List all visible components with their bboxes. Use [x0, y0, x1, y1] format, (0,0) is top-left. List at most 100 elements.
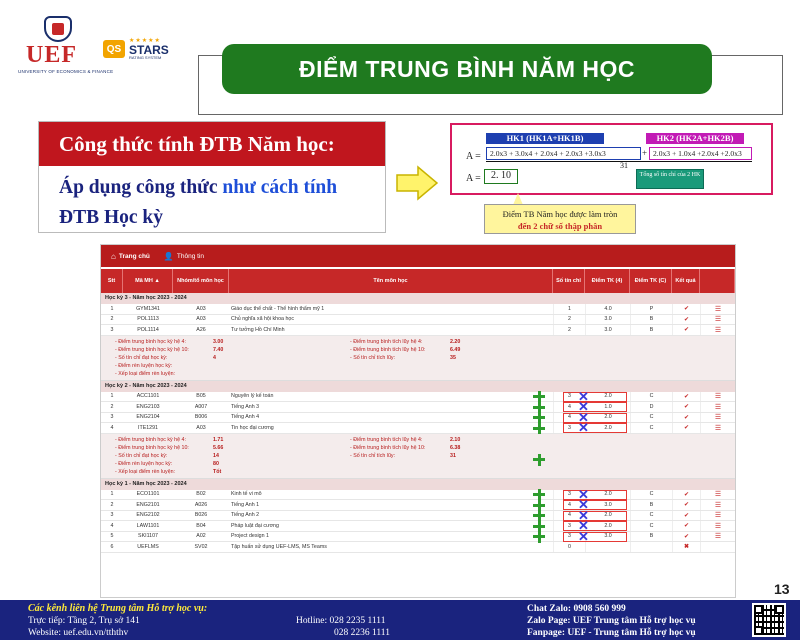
table-row: 1 GYM1341 A03 Giáo dục thể chất - Thể hình …: [101, 304, 735, 315]
summary-label: - Điểm rèn luyện học kỳ:: [115, 363, 173, 370]
details-list-icon[interactable]: ☰: [700, 391, 735, 401]
cell-name: Tin học đại cương: [231, 424, 274, 431]
col-stt[interactable]: Stt: [101, 269, 123, 293]
summary-value: 7.40: [213, 346, 224, 353]
cell-group: A03: [196, 305, 206, 312]
summary-label: - Điểm trung bình học kỳ hệ 10:: [115, 444, 189, 451]
details-list-icon[interactable]: ☰: [700, 423, 735, 433]
cell-group: B02: [196, 491, 206, 498]
title-band: ĐIỂM TRUNG BÌNH NĂM HỌC: [222, 44, 712, 94]
col-code[interactable]: Mã MH ▲: [123, 269, 173, 293]
footer-chat[interactable]: Chat Zalo: 0908 560 999: [527, 604, 626, 614]
summary-label: - Điểm trung bình học kỳ hệ 4:: [115, 338, 186, 345]
cell-credits: 2: [553, 325, 585, 335]
details-list-icon[interactable]: ☰: [700, 521, 735, 531]
rounding-note-text: Điểm TB Năm học được làm tròn: [502, 209, 618, 219]
col-result[interactable]: Kết quả: [672, 269, 700, 293]
uef-logo-text: UEF: [26, 42, 77, 68]
cell-gpa4: [585, 542, 630, 552]
result-fail-icon: ✖: [672, 542, 700, 552]
summary-label: - Số tín chỉ tích lũy:: [350, 452, 396, 459]
details-list-icon[interactable]: ☰: [700, 500, 735, 510]
footer-hotline2[interactable]: 028 2236 1111: [334, 628, 390, 638]
tab-home[interactable]: ⌂ Trang chủ: [111, 252, 150, 261]
screenshot-nav: ⌂ Trang chủ 👤 Thông tin: [101, 245, 735, 267]
footer-website[interactable]: Website: uef.edu.vn/tththv: [28, 628, 128, 638]
result-value: 2. 10: [484, 169, 518, 184]
cell-code: ENG2101: [136, 501, 160, 508]
footer-zalo[interactable]: Zalo Page: UEF Trung tâm Hỗ trợ học vụ: [527, 616, 696, 626]
col-grade[interactable]: Điểm TK (C): [630, 269, 672, 293]
col-credits[interactable]: Số tín chỉ: [553, 269, 585, 293]
qr-corner: [754, 605, 763, 614]
result-pass-icon: ✔: [672, 314, 700, 324]
cell-grade: B: [630, 325, 672, 335]
numerator-hk1: 2.0x3 + 3.0x4 + 2.0x4 + 2.0x3 +3.0x3: [486, 147, 641, 160]
summary-label: - Điểm trung bình tích lũy hệ 10:: [350, 444, 426, 451]
tab-info[interactable]: 👤 Thông tin: [164, 252, 204, 261]
cell-grade: C: [630, 412, 672, 422]
home-icon: ⌂: [111, 251, 116, 261]
blue-multiply-icon: ✕: [578, 420, 589, 436]
summary-label: - Xếp loại điểm rèn luyện:: [115, 469, 176, 476]
hk1-label: HK1 (HK1A+HK1B): [486, 133, 604, 144]
details-list-icon[interactable]: ☰: [700, 314, 735, 324]
cell-name: Kinh tế vi mô: [231, 491, 262, 498]
cell-name: Tập huấn sử dụng UEF-LMS, MS Teams: [231, 543, 327, 550]
result-pass-icon: ✔: [672, 510, 700, 520]
cell-group: A26: [196, 326, 206, 333]
details-list-icon[interactable]: ☰: [700, 304, 735, 314]
footer-hotline1[interactable]: Hotline: 028 2235 1111: [296, 616, 385, 626]
result-pass-icon: ✔: [672, 402, 700, 412]
summary-label: - Số tín chỉ đạt học kỳ:: [115, 452, 168, 459]
a-result-prefix: A =: [466, 173, 481, 184]
highlight-box: [563, 510, 627, 521]
uef-logo: UEF UNIVERSITY OF ECONOMICS & FINANCE: [18, 16, 113, 74]
table-row: 3 ENG2102 B026 Tiếng Anh 2 4 2.0 C ✔ ☰: [101, 510, 735, 521]
details-list-icon[interactable]: ☰: [700, 489, 735, 499]
qs-stars-logo: QS ★★★★★ STARS RATING SYSTEM: [103, 38, 169, 60]
cell-code: POL1114: [137, 326, 159, 333]
details-list-icon[interactable]: ☰: [700, 412, 735, 422]
table-body: Học kỳ 3 - Năm học 2023 - 2024 1 GYM1341 A0…: [101, 293, 735, 553]
result-pass-icon: ✔: [672, 489, 700, 499]
cell-grade: C: [630, 489, 672, 499]
details-list-icon[interactable]: ☰: [700, 402, 735, 412]
table-row: 1 ECO1101 B02 Kinh tế vi mô 3 2.0 C ✔ ☰: [101, 489, 735, 500]
summary-label: - Xếp loại điểm rèn luyện:: [115, 371, 176, 378]
col-gpa4[interactable]: Điểm TK (4): [585, 269, 630, 293]
summary-value: 4: [213, 354, 216, 361]
cell-code: POL1113: [137, 316, 159, 323]
table-row: 4 ITE1291 A03 Tin học đại cương 3 2.0 C ✔ ☰: [101, 423, 735, 434]
rounding-note: Điểm TB Năm học được làm tròn đến 2 chữ …: [484, 204, 636, 234]
cell-code: ACC1101: [136, 393, 160, 400]
details-list-icon[interactable]: [700, 542, 735, 552]
qr-code[interactable]: [752, 603, 786, 637]
details-list-icon[interactable]: ☰: [700, 531, 735, 541]
cell-grade: C: [630, 510, 672, 520]
cell-gpa4: 3.0: [585, 314, 630, 324]
green-plus-icon: [533, 422, 545, 435]
footer-fanpage[interactable]: Fanpage: UEF - Trung tâm Hỗ trợ học vụ: [527, 628, 696, 638]
cell-grade: [630, 542, 672, 552]
cell-name: Nguyên lý kế toán: [231, 393, 274, 400]
cell-stt: 1: [110, 305, 114, 312]
formula-heading: Công thức tính ĐTB Năm học:: [39, 122, 385, 166]
summary-value: 35: [450, 354, 456, 361]
cell-stt: 2: [110, 403, 114, 410]
highlight-box: [563, 500, 627, 511]
cell-group: A02: [196, 533, 206, 540]
details-list-icon[interactable]: ☰: [700, 325, 735, 335]
cell-stt: 4: [110, 424, 114, 431]
tab-home-label: Trang chủ: [118, 252, 150, 260]
col-group[interactable]: Nhóm/tổ môn học: [173, 269, 229, 293]
cell-grade: B: [630, 500, 672, 510]
qr-corner: [754, 626, 763, 635]
details-list-icon[interactable]: ☰: [700, 510, 735, 520]
summary-label: - Điểm trung bình học kỳ hệ 4:: [115, 436, 186, 443]
summary-value: 1.71: [213, 436, 224, 443]
col-name[interactable]: Tên môn học: [229, 269, 553, 293]
result-pass-icon: ✔: [672, 531, 700, 541]
a-equals: A =: [466, 151, 481, 162]
highlight-box: [563, 489, 627, 500]
